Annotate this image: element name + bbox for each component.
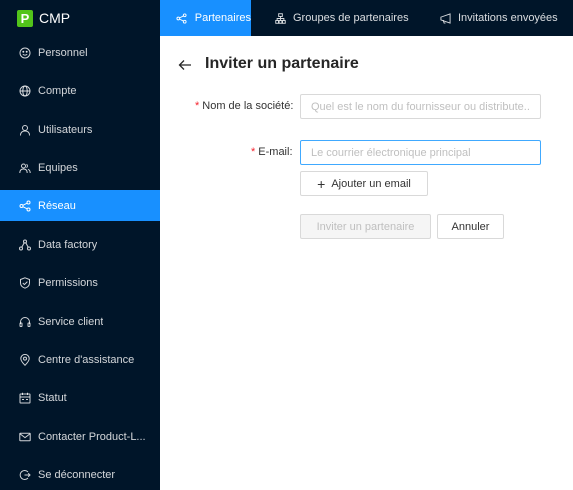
tab-label: Partenaires (194, 12, 251, 24)
required-mark: * (251, 146, 256, 158)
top-tab-bar: Partenaires Groupes de partenaires Invit… (160, 0, 573, 36)
sidebar-item-label: Réseau (38, 199, 76, 212)
email-input[interactable] (300, 140, 541, 165)
user-icon (19, 124, 31, 136)
sidebar-item-label: Permissions (38, 276, 98, 289)
label-colon: : (289, 146, 293, 158)
sidebar-item-service-client[interactable]: Service client (0, 306, 160, 337)
email-label-text: E-mail (258, 146, 290, 158)
brand[interactable]: P CMP (0, 0, 160, 36)
shield-icon (19, 276, 31, 289)
sidebar-item-equipes[interactable]: Equipes (0, 152, 160, 183)
sidebar-item-contacter[interactable]: Contacter Product-L... (0, 421, 160, 452)
headset-icon (19, 316, 31, 328)
add-email-button[interactable]: + Ajouter un email (300, 171, 428, 196)
add-email-label: Ajouter un email (331, 177, 411, 190)
share-icon (19, 200, 31, 212)
sidebar-item-centre-assistance[interactable]: Centre d'assistance (0, 344, 160, 375)
team-icon (19, 162, 31, 174)
sidebar-item-reseau[interactable]: Réseau (0, 190, 160, 221)
sidebar-item-label: Personnel (38, 46, 88, 59)
invite-partner-button[interactable]: Inviter un partenaire (300, 214, 431, 239)
location-icon (19, 353, 31, 366)
required-mark: * (195, 100, 200, 112)
cancel-button[interactable]: Annuler (437, 214, 504, 239)
send-icon (439, 12, 451, 24)
app-window: P CMP Personnel Compte Utilisateurs Equi… (0, 0, 573, 490)
share-icon (176, 12, 188, 24)
sidebar-item-label: Service client (38, 315, 104, 328)
globe-icon (19, 85, 31, 97)
sidebar-item-label: Se déconnecter (38, 468, 116, 481)
sidebar-item-deconnecter[interactable]: Se déconnecter (0, 459, 160, 490)
calendar-icon (19, 392, 31, 404)
sidebar-item-utilisateurs[interactable]: Utilisateurs (0, 114, 160, 145)
plus-icon: + (317, 175, 326, 192)
sidebar-item-label: Compte (38, 84, 77, 97)
sidebar-item-label: Utilisateurs (38, 123, 93, 136)
smile-icon (19, 47, 31, 59)
sidebar: P CMP Personnel Compte Utilisateurs Equi… (0, 0, 160, 490)
tab-groupes-partenaires[interactable]: Groupes de partenaires (251, 0, 415, 36)
sidebar-item-label: Data factory (38, 238, 98, 251)
company-name-input[interactable] (300, 94, 541, 119)
label-colon: : (290, 100, 294, 112)
tab-partenaires[interactable]: Partenaires (160, 0, 251, 36)
company-name-label-text: Nom de la société (202, 100, 291, 112)
sidebar-item-label: Centre d'assistance (38, 353, 135, 366)
sidebar-item-personnel[interactable]: Personnel (0, 37, 160, 68)
company-name-label: * Nom de la société: (195, 100, 293, 112)
sidebar-item-label: Statut (38, 391, 67, 404)
brand-logo: P (17, 9, 33, 27)
page-title: Inviter un partenaire (205, 55, 359, 72)
mail-icon (19, 431, 31, 443)
sidebar-item-permissions[interactable]: Permissions (0, 267, 160, 298)
org-icon (274, 12, 286, 24)
sidebar-item-label: Contacter Product-L... (38, 430, 146, 443)
sidebar-item-statut[interactable]: Statut (0, 382, 160, 413)
sidebar-item-compte[interactable]: Compte (0, 75, 160, 106)
back-arrow-icon[interactable] (178, 57, 192, 73)
brand-name: CMP (39, 10, 71, 26)
cluster-icon (19, 239, 31, 251)
sidebar-item-data-factory[interactable]: Data factory (0, 229, 160, 260)
email-label: * E-mail: (251, 146, 293, 158)
tab-invitations-envoyees[interactable]: Invitations envoyées (415, 0, 573, 36)
tab-label: Invitations envoyées (458, 12, 558, 24)
logout-icon (19, 469, 31, 481)
tab-label: Groupes de partenaires (293, 12, 409, 24)
sidebar-item-label: Equipes (38, 161, 78, 174)
